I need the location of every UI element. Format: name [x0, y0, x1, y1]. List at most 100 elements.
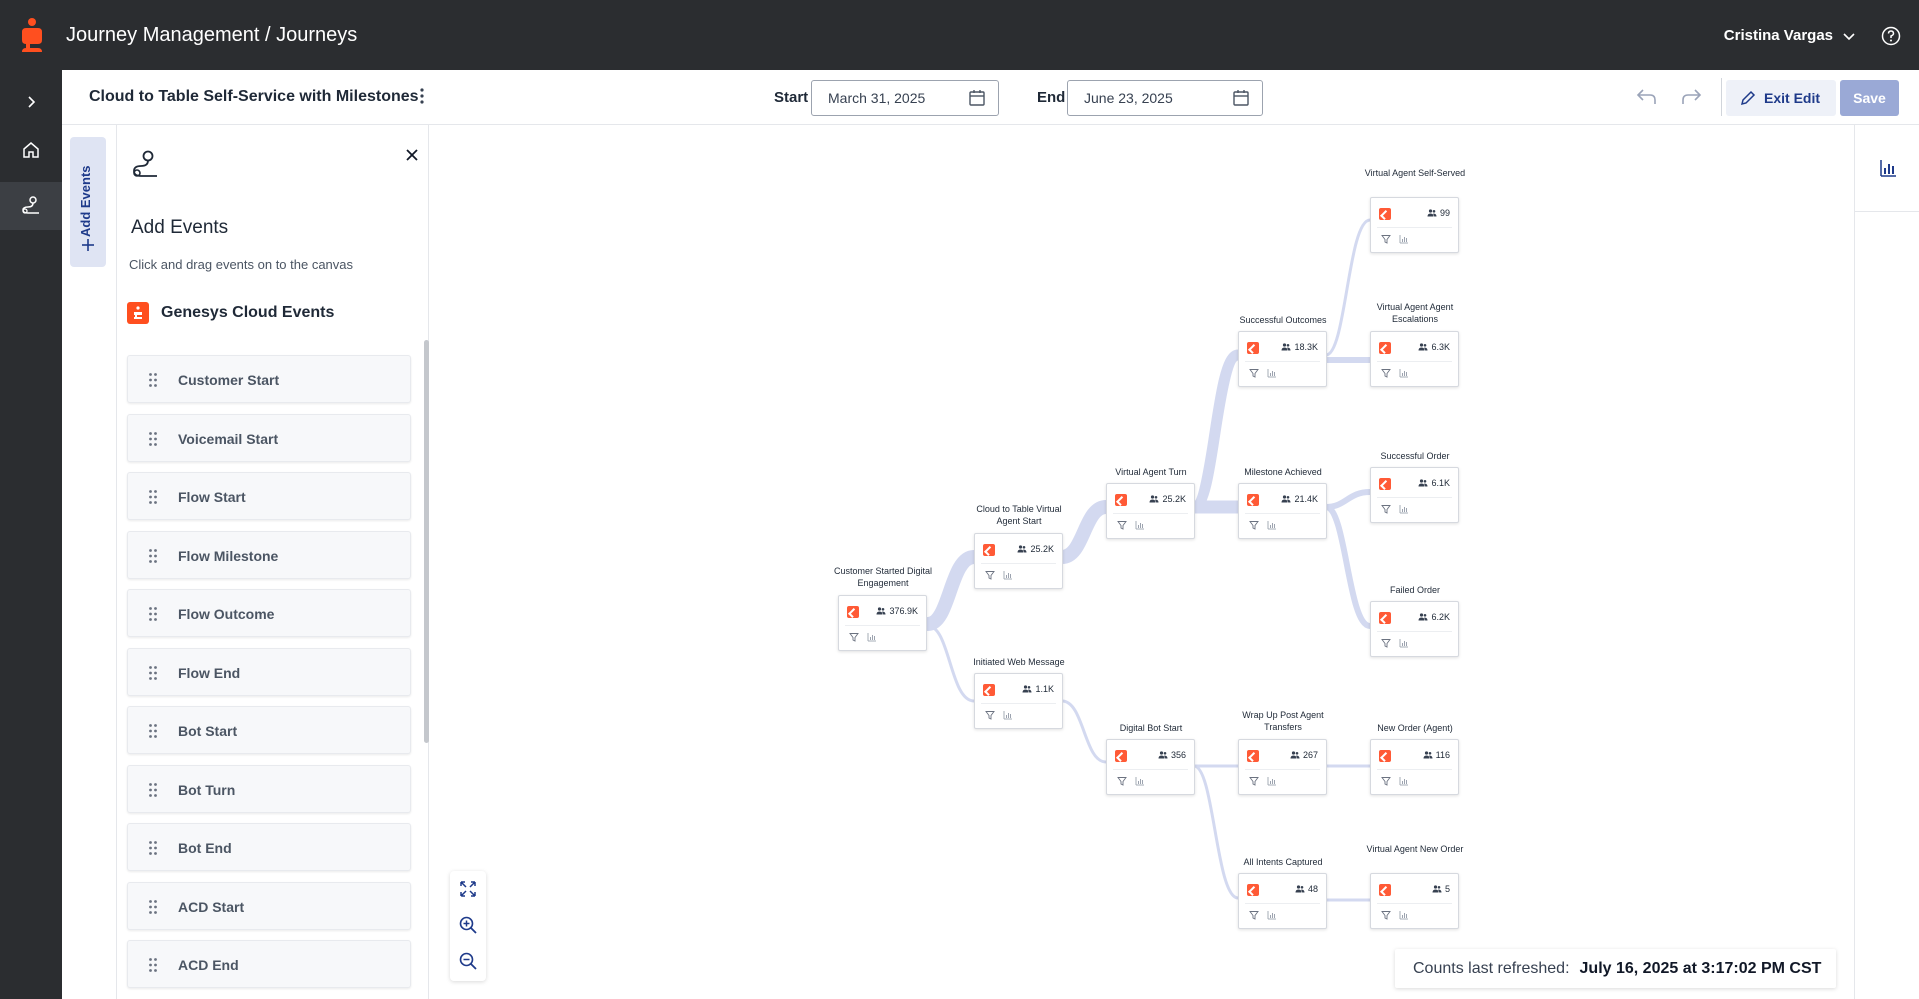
- node-count-value: 25.2K: [1030, 544, 1054, 554]
- event-item[interactable]: ACD End: [127, 940, 411, 988]
- chart-icon[interactable]: [1135, 520, 1145, 530]
- chart-icon[interactable]: [1399, 776, 1409, 786]
- exit-edit-button[interactable]: Exit Edit: [1726, 80, 1836, 116]
- filter-icon[interactable]: [1117, 776, 1127, 786]
- nav-journeys-button[interactable]: [0, 182, 62, 230]
- drag-handle-icon[interactable]: [148, 665, 158, 681]
- people-icon: [1432, 885, 1442, 893]
- journey-canvas[interactable]: Counts last refreshed: July 16, 2025 at …: [430, 125, 1854, 999]
- more-options-icon[interactable]: [414, 85, 430, 107]
- close-icon[interactable]: [402, 145, 422, 165]
- journey-node[interactable]: 25.2K: [974, 533, 1063, 589]
- chevron-down-icon[interactable]: [1841, 28, 1857, 44]
- refresh-label: Counts last refreshed:: [1413, 959, 1570, 977]
- chart-icon[interactable]: [1135, 776, 1145, 786]
- journey-node[interactable]: 267: [1238, 739, 1327, 795]
- journey-node[interactable]: 356: [1106, 739, 1195, 795]
- chart-icon[interactable]: [1399, 234, 1409, 244]
- chart-icon[interactable]: [1267, 368, 1277, 378]
- chart-icon[interactable]: [1267, 776, 1277, 786]
- genesys-logo-icon[interactable]: [18, 18, 46, 54]
- journey-node[interactable]: 6.1K: [1370, 467, 1459, 523]
- redo-icon[interactable]: [1678, 84, 1704, 110]
- chart-icon[interactable]: [1399, 638, 1409, 648]
- link-n5-n9: [1192, 764, 1240, 900]
- filter-icon[interactable]: [985, 570, 995, 580]
- journey-node[interactable]: 99: [1370, 197, 1459, 253]
- drag-handle-icon[interactable]: [148, 840, 158, 856]
- chart-icon[interactable]: [1267, 520, 1277, 530]
- filter-icon[interactable]: [1381, 368, 1391, 378]
- user-menu[interactable]: Cristina Vargas: [1724, 27, 1833, 44]
- nav-home-button[interactable]: [0, 126, 62, 174]
- event-item[interactable]: Flow Outcome: [127, 589, 411, 637]
- people-icon: [1418, 343, 1428, 351]
- event-item[interactable]: Bot Start: [127, 706, 411, 754]
- journey-node[interactable]: 21.4K: [1238, 483, 1327, 539]
- drag-handle-icon[interactable]: [148, 606, 158, 622]
- drag-handle-icon[interactable]: [148, 548, 158, 564]
- fit-to-screen-icon[interactable]: [458, 879, 478, 899]
- filter-icon[interactable]: [849, 632, 859, 642]
- drag-handle-icon[interactable]: [148, 489, 158, 505]
- chart-icon[interactable]: [1267, 910, 1277, 920]
- filter-icon[interactable]: [1249, 368, 1259, 378]
- event-item[interactable]: Customer Start: [127, 355, 411, 403]
- drag-handle-icon[interactable]: [148, 899, 158, 915]
- journey-node[interactable]: 1.1K: [974, 673, 1063, 729]
- zoom-in-icon[interactable]: [458, 915, 478, 935]
- chart-icon[interactable]: [1003, 710, 1013, 720]
- chart-icon[interactable]: [867, 632, 877, 642]
- drag-handle-icon[interactable]: [148, 957, 158, 973]
- event-item[interactable]: ACD Start: [127, 881, 411, 930]
- zoom-out-icon[interactable]: [458, 951, 478, 971]
- journey-node[interactable]: 6.3K: [1370, 331, 1459, 387]
- event-item[interactable]: Flow Milestone: [127, 530, 411, 579]
- event-item[interactable]: Voicemail Start: [127, 413, 411, 462]
- filter-icon[interactable]: [1249, 776, 1259, 786]
- journey-node[interactable]: 376.9K: [838, 595, 927, 651]
- journey-node[interactable]: 5: [1370, 873, 1459, 929]
- save-button[interactable]: Save: [1840, 80, 1899, 116]
- panel-scrollbar[interactable]: [424, 340, 429, 743]
- filter-icon[interactable]: [1381, 234, 1391, 244]
- drag-handle-icon[interactable]: [148, 782, 158, 798]
- journey-node[interactable]: 48: [1238, 873, 1327, 929]
- filter-icon[interactable]: [1381, 638, 1391, 648]
- filter-icon[interactable]: [1249, 520, 1259, 530]
- add-events-tab[interactable]: Add Events: [70, 137, 106, 267]
- chart-icon[interactable]: [1399, 368, 1409, 378]
- event-item[interactable]: Bot Turn: [127, 764, 411, 813]
- zoom-controls: [450, 871, 486, 981]
- journey-node[interactable]: 18.3K: [1238, 331, 1327, 387]
- journey-node[interactable]: 6.2K: [1370, 601, 1459, 657]
- undo-icon[interactable]: [1634, 84, 1660, 110]
- node-count-value: 6.2K: [1431, 612, 1450, 622]
- calendar-icon[interactable]: [968, 89, 986, 107]
- chevron-right-icon: [28, 96, 36, 108]
- filter-icon[interactable]: [1381, 910, 1391, 920]
- drag-handle-icon[interactable]: [148, 372, 158, 388]
- filter-icon[interactable]: [1249, 910, 1259, 920]
- chart-icon[interactable]: [1399, 910, 1409, 920]
- chart-icon[interactable]: [1399, 504, 1409, 514]
- calendar-icon[interactable]: [1232, 89, 1250, 107]
- filter-icon[interactable]: [985, 710, 995, 720]
- event-item[interactable]: Flow End: [127, 647, 411, 696]
- help-icon[interactable]: [1881, 26, 1901, 46]
- filter-icon[interactable]: [1117, 520, 1127, 530]
- journey-node[interactable]: 116: [1370, 739, 1459, 795]
- end-date-field[interactable]: June 23, 2025: [1067, 80, 1263, 116]
- start-date-field[interactable]: March 31, 2025: [811, 80, 999, 116]
- drag-handle-icon[interactable]: [148, 431, 158, 447]
- chart-icon[interactable]: [1003, 570, 1013, 580]
- event-item[interactable]: Flow Start: [127, 472, 411, 520]
- journey-node[interactable]: 25.2K: [1106, 483, 1195, 539]
- filter-icon[interactable]: [1381, 504, 1391, 514]
- nav-expand-button[interactable]: [0, 78, 62, 126]
- drag-handle-icon[interactable]: [148, 723, 158, 739]
- analytics-button[interactable]: [1855, 125, 1919, 212]
- filter-icon[interactable]: [1381, 776, 1391, 786]
- node-count: 18.3K: [1281, 342, 1318, 352]
- event-item[interactable]: Bot End: [127, 823, 411, 871]
